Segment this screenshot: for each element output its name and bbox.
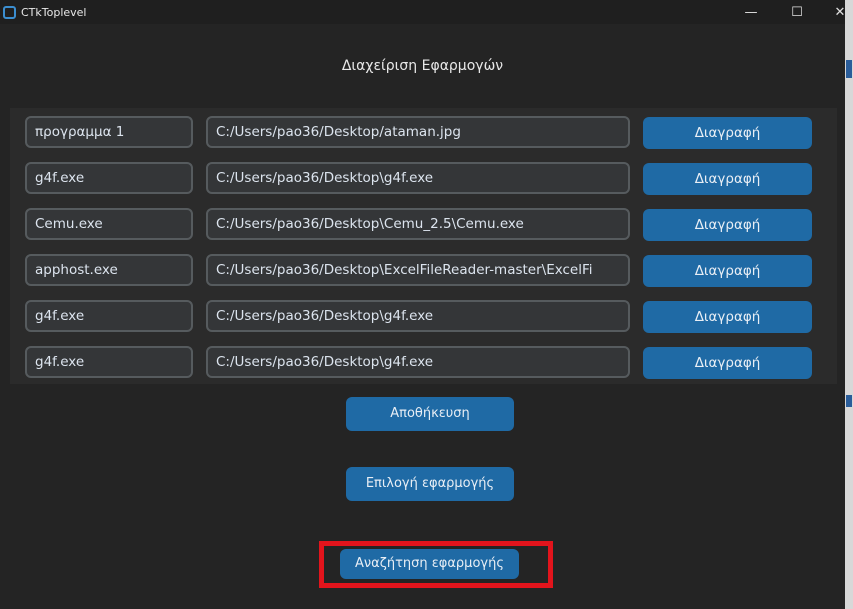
delete-button[interactable]: Διαγραφή <box>643 209 812 241</box>
app-path-field[interactable]: C:/Users/pao36/Desktop\Cemu_2.5\Cemu.exe <box>206 208 630 240</box>
app-window: CTkToplevel — ☐ ✕ Διαχείριση Εφαρμογών π… <box>0 0 853 609</box>
app-name-field[interactable]: g4f.exe <box>25 162 193 194</box>
delete-button[interactable]: Διαγραφή <box>643 163 812 195</box>
title-bar[interactable]: CTkToplevel — ☐ ✕ <box>0 0 845 24</box>
delete-button[interactable]: Διαγραφή <box>643 347 812 379</box>
app-name-field[interactable]: g4f.exe <box>25 346 193 378</box>
save-button[interactable]: Αποθήκευση <box>346 397 514 431</box>
app-name-field[interactable]: g4f.exe <box>25 300 193 332</box>
delete-button[interactable]: Διαγραφή <box>643 301 812 333</box>
app-row: προγραμμα 1 C:/Users/pao36/Desktop/atama… <box>10 116 837 150</box>
app-row: g4f.exe C:/Users/pao36/Desktop\g4f.exe Δ… <box>10 162 837 196</box>
maximize-icon[interactable]: ☐ <box>779 0 815 24</box>
edge-mark <box>846 60 852 78</box>
apps-list: προγραμμα 1 C:/Users/pao36/Desktop/atama… <box>10 108 837 384</box>
highlight-annotation <box>319 541 553 588</box>
app-name-field[interactable]: Cemu.exe <box>25 208 193 240</box>
select-app-button[interactable]: Επιλογή εφαρμογής <box>346 467 514 501</box>
app-path-field[interactable]: C:/Users/pao36/Desktop\g4f.exe <box>206 346 630 378</box>
app-path-field[interactable]: C:/Users/pao36/Desktop/ataman.jpg <box>206 116 630 148</box>
app-icon <box>3 5 16 19</box>
app-path-field[interactable]: C:/Users/pao36/Desktop\g4f.exe <box>206 300 630 332</box>
app-row: g4f.exe C:/Users/pao36/Desktop\g4f.exe Δ… <box>10 300 837 334</box>
edge-mark <box>846 395 852 407</box>
app-name-field[interactable]: προγραμμα 1 <box>25 116 193 148</box>
page-title: Διαχείριση Εφαρμογών <box>341 58 504 74</box>
delete-button[interactable]: Διαγραφή <box>643 117 812 149</box>
app-name-field[interactable]: apphost.exe <box>25 254 193 286</box>
minimize-icon[interactable]: — <box>733 0 769 24</box>
app-row: apphost.exe C:/Users/pao36/Desktop\Excel… <box>10 254 837 288</box>
background-window-edge <box>845 0 853 609</box>
app-row: Cemu.exe C:/Users/pao36/Desktop\Cemu_2.5… <box>10 208 837 242</box>
window-title: CTkToplevel <box>21 5 87 19</box>
app-path-field[interactable]: C:/Users/pao36/Desktop\g4f.exe <box>206 162 630 194</box>
app-row: g4f.exe C:/Users/pao36/Desktop\g4f.exe Δ… <box>10 346 837 380</box>
delete-button[interactable]: Διαγραφή <box>643 255 812 287</box>
app-path-field[interactable]: C:/Users/pao36/Desktop\ExcelFileReader-m… <box>206 254 630 286</box>
